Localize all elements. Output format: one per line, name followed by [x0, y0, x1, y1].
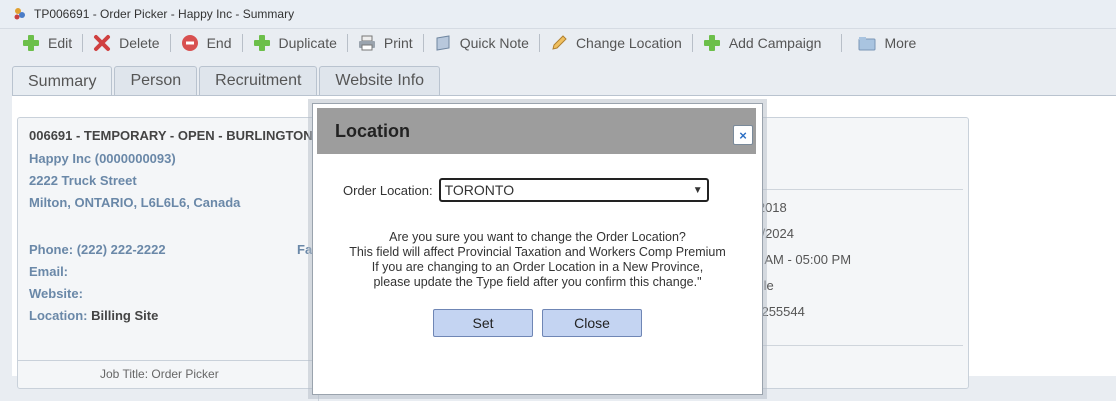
message-line: Are you sure you want to change the Orde…: [389, 230, 686, 244]
note-icon: [436, 35, 450, 51]
city-address: Milton, ONTARIO, L6L6L6, Canada: [29, 195, 241, 210]
location-label: Location:: [29, 308, 88, 323]
folder-icon: [858, 37, 876, 51]
end-label: End: [206, 35, 232, 51]
email-label: Email:: [29, 264, 69, 279]
tab-summary[interactable]: Summary: [12, 66, 113, 97]
print-button[interactable]: Print: [348, 31, 423, 55]
order-location-row: Order Location: TORONTO ▼: [343, 178, 709, 202]
location-value: Billing Site: [91, 308, 159, 323]
quick-note-button[interactable]: Quick Note: [424, 31, 539, 55]
tab-bar: Summary Person Recruitment Website Info: [12, 66, 442, 97]
plus-icon: [23, 35, 39, 51]
toolbar: Edit Delete End Duplicate Print Quick No…: [12, 29, 1116, 57]
add-campaign-label: Add Campaign: [728, 35, 822, 51]
tab-person[interactable]: Person: [114, 66, 198, 95]
tab-website-info[interactable]: Website Info: [319, 66, 441, 95]
print-label: Print: [383, 35, 413, 51]
duplicate-label: Duplicate: [278, 35, 337, 51]
tab-recruitment[interactable]: Recruitment: [199, 66, 318, 95]
duplicate-button[interactable]: Duplicate: [243, 31, 347, 55]
dialog-header: Location ×: [317, 108, 756, 154]
website-label: Website:: [29, 286, 83, 301]
phone-row: Phone: (222) 222-2222: [29, 242, 166, 257]
job-title-value: Order Picker: [151, 367, 219, 381]
plus-icon: [703, 35, 720, 51]
window-title: TP006691 - Order Picker - Happy Inc - Su…: [34, 7, 295, 21]
divider: [747, 189, 963, 190]
more-label: More: [884, 35, 917, 51]
street-address: 2222 Truck Street: [29, 173, 137, 188]
order-location-select[interactable]: TORONTO ▼: [438, 178, 709, 202]
dialog-title: Location: [335, 121, 410, 141]
chevron-down-icon: ▼: [692, 184, 703, 196]
pencil-icon: [552, 35, 567, 50]
message-line: If you are changing to an Order Location…: [371, 260, 704, 274]
message-line: This field will affect Provincial Taxati…: [349, 245, 726, 259]
toolbar-divider: [841, 34, 843, 52]
window-titlebar: TP006691 - Order Picker - Happy Inc - Su…: [0, 0, 1116, 29]
set-button[interactable]: Set: [433, 309, 533, 337]
change-location-label: Change Location: [575, 35, 682, 51]
company-link[interactable]: Happy Inc (0000000093): [29, 151, 176, 166]
delete-button[interactable]: Delete: [83, 31, 169, 55]
location-row: Location: Billing Site: [29, 308, 158, 323]
change-location-button[interactable]: Change Location: [540, 31, 692, 55]
divider: [747, 345, 963, 346]
phone-label: Phone:: [29, 242, 74, 257]
end-button[interactable]: End: [171, 31, 242, 55]
confirmation-message: Are you sure you want to change the Orde…: [313, 230, 762, 290]
plus-icon: [253, 35, 270, 51]
message-line: please update the Type field after you c…: [373, 275, 702, 289]
quick-note-label: Quick Note: [459, 35, 529, 51]
delete-x-icon: [94, 35, 111, 51]
edit-label: Edit: [48, 35, 73, 51]
order-header: 006691 - TEMPORARY - OPEN - BURLINGTON: [29, 128, 313, 143]
printer-icon: [358, 35, 375, 51]
app-icon: [14, 8, 25, 20]
delete-label: Delete: [119, 35, 160, 51]
order-location-value: TORONTO: [444, 182, 515, 198]
close-button[interactable]: Close: [542, 309, 642, 337]
phone-value[interactable]: (222) 222-2222: [77, 242, 166, 257]
edit-button[interactable]: Edit: [12, 31, 82, 55]
add-campaign-button[interactable]: Add Campaign: [693, 31, 832, 55]
job-title-label: Job Title:: [100, 367, 149, 381]
end-icon: [181, 35, 198, 51]
order-location-label: Order Location:: [343, 182, 433, 198]
fax-label: Fa: [297, 242, 313, 257]
more-button[interactable]: More: [848, 31, 926, 55]
close-icon[interactable]: ×: [733, 125, 753, 145]
location-dialog: Location × Order Location: TORONTO ▼ Are…: [312, 103, 763, 395]
job-title-row: Job Title: Order Picker: [100, 367, 219, 381]
